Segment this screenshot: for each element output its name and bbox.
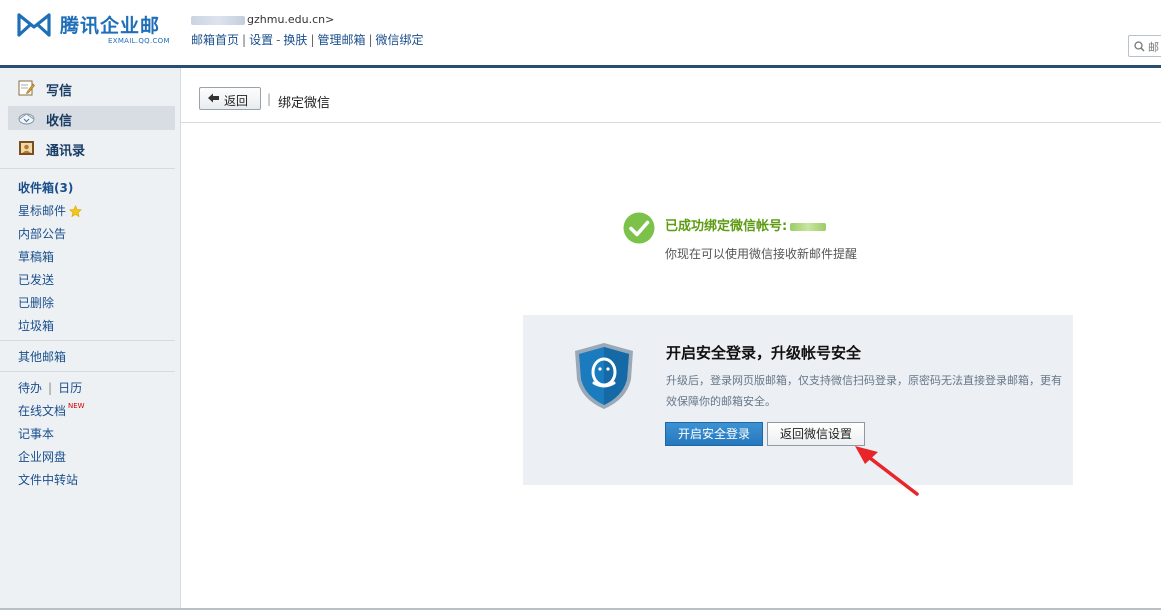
back-to-wechat-settings-button[interactable]: 返回微信设置 xyxy=(767,422,865,446)
search-input[interactable]: 邮 xyxy=(1128,35,1161,57)
folder-spam[interactable]: 垃圾箱 xyxy=(18,317,54,334)
promo-title: 开启安全登录，升级帐号安全 xyxy=(666,344,862,362)
qq-shield-icon xyxy=(575,343,633,409)
folder-notice[interactable]: 内部公告 xyxy=(18,225,66,242)
link-wechat-bind[interactable]: 微信绑定 xyxy=(376,33,424,47)
top-links: 邮箱首页 | 设置 - 换肤 | 管理邮箱 | 微信绑定 xyxy=(191,31,424,48)
link-separator: | xyxy=(242,33,247,47)
search-placeholder: 邮 xyxy=(1148,41,1159,54)
secure-login-promo: 开启安全登录，升级帐号安全 升级后，登录网页版邮箱，仅支持微信扫码登录，原密码无… xyxy=(523,315,1073,485)
sidebar-divider xyxy=(0,168,175,169)
nav-inbox-label: 收信 xyxy=(46,114,73,129)
promo-description: 升级后，登录网页版邮箱，仅支持微信扫码登录，原密码无法直接登录邮箱，更有效保障你… xyxy=(666,374,1062,408)
inbox-icon xyxy=(18,113,35,125)
folder-inbox[interactable]: 收件箱(3) xyxy=(18,179,73,196)
header: 腾讯企业邮 EXMAIL.QQ.COM gzhmu.edu.cn> 邮箱首页 | 设… xyxy=(0,0,1161,65)
logo[interactable]: 腾讯企业邮 EXMAIL.QQ.COM xyxy=(16,10,176,50)
folder-drafts[interactable]: 草稿箱 xyxy=(18,248,54,265)
link-todo[interactable]: 待办 xyxy=(18,381,42,395)
redacted-wechat-account xyxy=(790,222,827,231)
folder-starred-label: 星标邮件 xyxy=(18,204,67,218)
redacted-username xyxy=(191,15,245,25)
success-message-text: 已成功绑定微信帐号: xyxy=(665,219,788,234)
back-button-label: 返回 xyxy=(224,94,249,108)
back-button[interactable]: 返回 xyxy=(199,87,261,110)
folder-starred[interactable]: 星标邮件 xyxy=(18,202,82,219)
nav-contacts[interactable]: 通讯录 xyxy=(8,136,175,160)
main-content: 返回 | 绑定微信 已成功绑定微信帐号: 你现在可以使用微信接收新邮件提醒 开启… xyxy=(181,68,1161,610)
link-online-docs[interactable]: 在线文档 NEW xyxy=(18,402,85,419)
sidebar: 写信 收信 通讯录 收件箱(3) 星标邮件 内部公告 草稿箱 已发送 已删除 垃… xyxy=(0,68,181,610)
link-separator: - xyxy=(276,33,281,47)
user-domain: gzhmu.edu.cn> xyxy=(247,13,335,26)
new-badge: NEW xyxy=(68,402,85,410)
sidebar-divider xyxy=(0,340,175,341)
link-separator: | xyxy=(310,33,315,47)
nav-write-label: 写信 xyxy=(46,84,73,99)
tools-separator: | xyxy=(48,381,53,395)
star-icon xyxy=(69,205,82,218)
page-title: 绑定微信 xyxy=(278,96,331,111)
write-icon xyxy=(18,80,35,96)
link-separator: | xyxy=(368,33,373,47)
search-icon xyxy=(1134,41,1145,52)
enable-secure-login-button[interactable]: 开启安全登录 xyxy=(665,422,763,446)
contacts-icon xyxy=(19,141,34,155)
link-skin[interactable]: 换肤 xyxy=(283,33,307,47)
link-manage-mailbox[interactable]: 管理邮箱 xyxy=(317,33,365,47)
folder-deleted[interactable]: 已删除 xyxy=(18,294,54,311)
nav-contacts-label: 通讯录 xyxy=(46,144,86,159)
nav-inbox[interactable]: 收信 xyxy=(8,106,175,130)
link-notes[interactable]: 记事本 xyxy=(18,425,54,442)
logo-subtext: EXMAIL.QQ.COM xyxy=(108,37,170,45)
sidebar-divider xyxy=(0,371,175,372)
user-account: gzhmu.edu.cn> xyxy=(191,13,334,26)
folder-sent[interactable]: 已发送 xyxy=(18,271,54,288)
check-circle-icon xyxy=(623,212,655,244)
success-message: 已成功绑定微信帐号: xyxy=(665,215,827,234)
success-description: 你现在可以使用微信接收新邮件提醒 xyxy=(665,247,858,261)
link-online-docs-label: 在线文档 xyxy=(18,404,67,418)
link-file-transfer[interactable]: 文件中转站 xyxy=(18,471,78,488)
link-settings[interactable]: 设置 xyxy=(249,33,273,47)
toolbar: 返回 | 绑定微信 xyxy=(181,68,1161,123)
nav-write[interactable]: 写信 xyxy=(8,76,175,100)
logo-text: 腾讯企业邮 xyxy=(60,15,161,37)
link-calendar[interactable]: 日历 xyxy=(58,381,82,395)
folder-other-mailbox[interactable]: 其他邮箱 xyxy=(18,348,66,365)
breadcrumb-separator: | xyxy=(267,92,272,106)
back-arrow-icon xyxy=(208,93,219,103)
logo-mark-icon xyxy=(17,13,51,37)
link-netdisk[interactable]: 企业网盘 xyxy=(18,448,66,465)
link-mailbox-home[interactable]: 邮箱首页 xyxy=(191,33,239,47)
tools-row: 待办 | 日历 xyxy=(18,379,82,396)
